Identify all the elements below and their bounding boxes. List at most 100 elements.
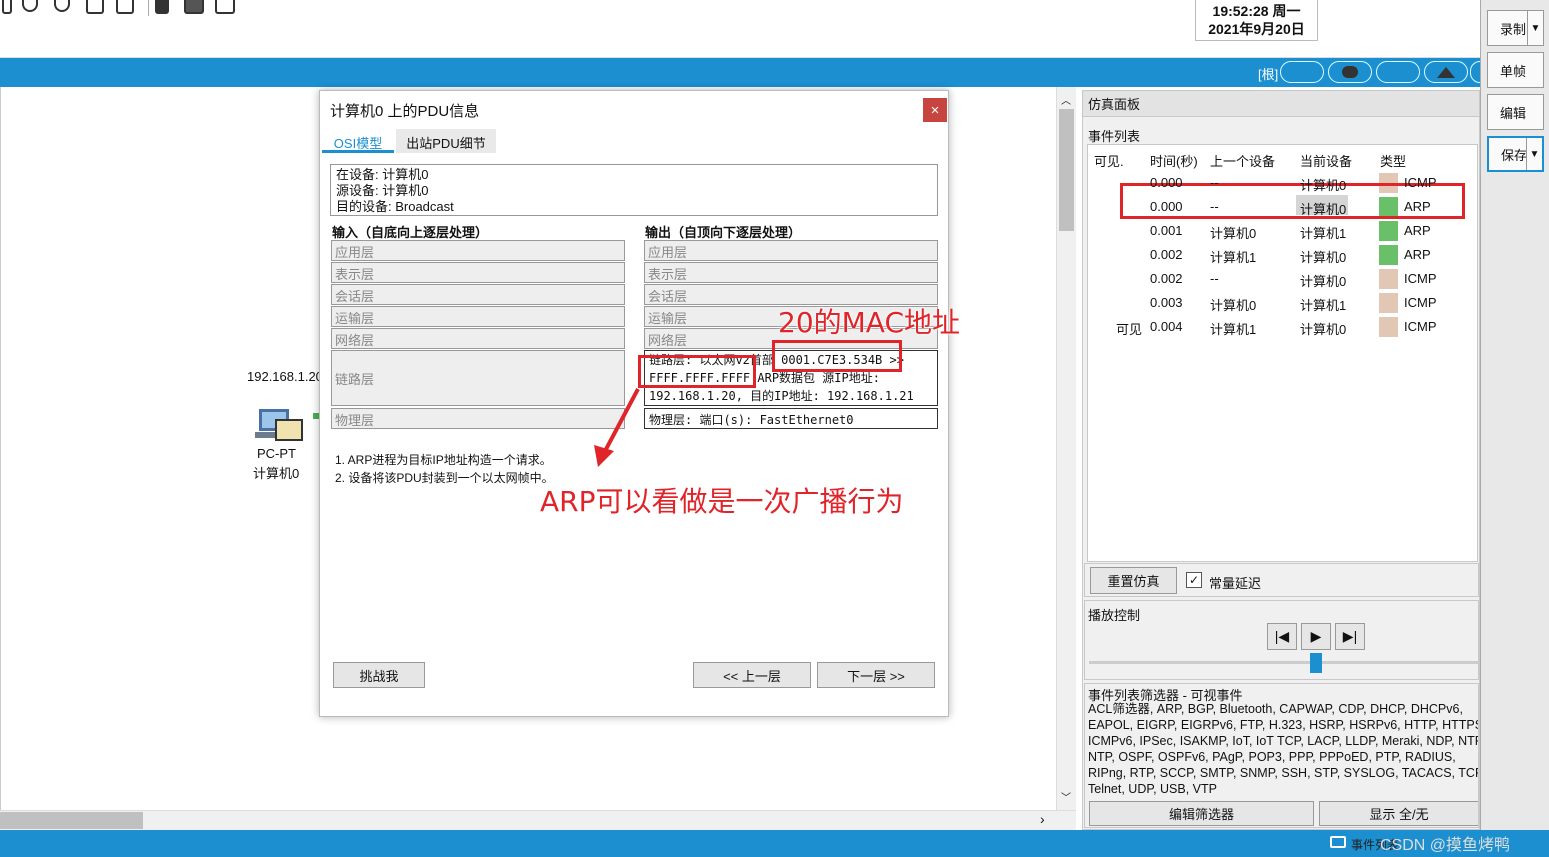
zoom-in-icon[interactable] xyxy=(22,0,38,12)
save-button[interactable]: 保存 ▼ xyxy=(1487,136,1544,172)
event-last-device: -- xyxy=(1210,175,1219,190)
single-frame-label: 单帧 xyxy=(1500,63,1527,79)
filter-line: ACL筛选器, ARP, BGP, Bluetooth, CAPWAP, CDP… xyxy=(1088,702,1463,716)
watermark: CSDN @摸鱼烤鸭 xyxy=(1380,837,1511,854)
tab-outbound-pdu[interactable]: 出站PDU细节 xyxy=(396,129,496,153)
scroll-up-icon[interactable]: ︿ xyxy=(1061,92,1071,107)
out-layer-application[interactable]: 应用层 xyxy=(644,240,938,261)
col-visible[interactable]: 可见. xyxy=(1094,151,1124,170)
viewport-pill-icon[interactable] xyxy=(1280,61,1324,83)
root-tag[interactable]: [根] xyxy=(1258,64,1278,83)
event-row[interactable]: 0.002 计算机1 计算机0 ARP xyxy=(1088,243,1477,267)
canvas-vertical-scrollbar[interactable]: ︿ ﹀ xyxy=(1056,87,1076,810)
scroll-thumb[interactable] xyxy=(1059,109,1074,231)
event-last-device: 计算机1 xyxy=(1210,250,1257,265)
cloud-icon xyxy=(1342,66,1358,78)
in-layer-link[interactable]: 链路层 xyxy=(331,350,625,406)
record-button[interactable]: 录制 ▼ xyxy=(1487,10,1544,46)
col-type[interactable]: 类型 xyxy=(1380,151,1406,170)
rectangle-icon[interactable] xyxy=(86,0,104,14)
speed-slider-track[interactable] xyxy=(1089,661,1479,664)
h-scroll-thumb[interactable] xyxy=(0,812,143,829)
constant-delay-label: 常量延迟 xyxy=(1209,576,1262,591)
event-color-swatch xyxy=(1379,293,1398,313)
event-current-device: 计算机0 xyxy=(1300,274,1347,289)
event-type: ARP xyxy=(1404,199,1431,214)
scroll-down-icon[interactable]: ﹀ xyxy=(1061,789,1071,804)
event-row[interactable]: 可见 0.004 计算机1 计算机0 ICMP xyxy=(1088,315,1477,339)
event-type: ARP xyxy=(1404,247,1431,262)
blank-pill-icon[interactable] xyxy=(1376,61,1420,83)
landscape-pill-icon[interactable] xyxy=(1424,61,1468,83)
zoom-out-icon[interactable] xyxy=(54,0,70,12)
out-layer-physical[interactable]: 物理层: 端口(s): FastEthernet0 xyxy=(644,408,938,429)
play-icon[interactable]: ▶ xyxy=(1301,623,1331,650)
out-layer-presentation[interactable]: 表示层 xyxy=(644,262,938,283)
link-line-3: 192.168.1.20, 目的IP地址: 192.168.1.21 xyxy=(649,389,914,403)
event-last-device: 计算机0 xyxy=(1210,298,1257,313)
canvas-horizontal-scrollbar[interactable]: › xyxy=(0,810,1076,830)
in-layer-physical[interactable]: 物理层 xyxy=(331,408,625,429)
close-button[interactable]: × xyxy=(923,98,947,122)
edit-filter-button[interactable]: 编辑筛选器 xyxy=(1089,801,1314,826)
event-last-device: 计算机1 xyxy=(1210,322,1257,337)
dialog-title: 计算机0 上的PDU信息 xyxy=(330,103,480,120)
info-source-device: 源设备: 计算机0 xyxy=(336,183,429,198)
complex-pdu-icon[interactable] xyxy=(184,0,204,14)
device-ip-label: 192.168.1.20 xyxy=(247,369,323,384)
col-last-device[interactable]: 上一个设备 xyxy=(1210,151,1275,170)
pc-icon[interactable] xyxy=(255,405,321,447)
event-current-device: 计算机0 xyxy=(1300,322,1347,337)
tab-osi-model[interactable]: OSI模型 xyxy=(322,129,394,153)
filter-line: RIPng, RTP, SCCP, SMTP, SNMP, SSH, STP, … xyxy=(1088,766,1479,780)
speed-slider-thumb[interactable] xyxy=(1310,653,1322,673)
red-arrow-icon xyxy=(594,388,640,467)
event-current-device: 计算机0 xyxy=(1300,178,1347,193)
picture-icon[interactable] xyxy=(215,0,235,14)
workspace-bar: [根] xyxy=(0,58,1490,87)
right-control-strip: 录制 ▼ 单帧 编辑 保存 ▼ xyxy=(1480,0,1549,857)
prev-layer-button[interactable]: << 上一层 xyxy=(693,662,811,688)
cloud-pill-icon[interactable] xyxy=(1328,61,1372,83)
reset-simulation-button[interactable]: 重置仿真 xyxy=(1090,567,1177,594)
in-layer-session[interactable]: 会话层 xyxy=(331,284,625,305)
edit-button[interactable]: 编辑 xyxy=(1487,94,1544,130)
event-type: ARP xyxy=(1404,223,1431,238)
in-layer-network[interactable]: 网络层 xyxy=(331,328,625,349)
scroll-right-icon[interactable]: › xyxy=(1040,811,1045,827)
device-model: PC-PT xyxy=(257,446,296,461)
dialog-tabbar: OSI模型 出站PDU细节 xyxy=(320,129,950,155)
chevron-down-icon[interactable]: ▼ xyxy=(1526,138,1542,170)
info-dest-device: 目的设备: Broadcast xyxy=(336,199,454,214)
event-color-swatch xyxy=(1379,317,1398,337)
event-list-icon[interactable] xyxy=(1330,836,1346,848)
pdu-list-icon[interactable] xyxy=(155,0,169,14)
col-time[interactable]: 时间(秒) xyxy=(1150,151,1198,170)
event-type: ICMP xyxy=(1404,175,1437,190)
in-layer-transport[interactable]: 运输层 xyxy=(331,306,625,327)
event-color-swatch xyxy=(1379,221,1398,241)
event-row[interactable]: 0.001 计算机0 计算机1 ARP xyxy=(1088,219,1477,243)
show-all-button[interactable]: 显示 全/无 xyxy=(1319,801,1478,826)
event-row[interactable]: 0.002 -- 计算机0 ICMP xyxy=(1088,267,1477,291)
event-row[interactable]: 0.003 计算机0 计算机1 ICMP xyxy=(1088,291,1477,315)
filter-protocols: ACL筛选器, ARP, BGP, Bluetooth, CAPWAP, CDP… xyxy=(1088,701,1479,797)
col-current-device[interactable]: 当前设备 xyxy=(1300,151,1352,170)
info-at-device: 在设备: 计算机0 xyxy=(336,167,429,182)
challenge-button[interactable]: 挑战我 xyxy=(333,662,425,688)
chevron-down-icon[interactable]: ▼ xyxy=(1527,11,1543,45)
event-last-device: -- xyxy=(1210,199,1219,214)
event-color-swatch xyxy=(1379,269,1398,289)
note-icon[interactable] xyxy=(116,0,134,14)
next-layer-button[interactable]: 下一层 >> xyxy=(817,662,935,688)
arrow-icon[interactable] xyxy=(2,0,12,14)
constant-delay-checkbox[interactable]: ✓ xyxy=(1186,572,1202,588)
forward-icon[interactable]: ▶| xyxy=(1335,623,1365,650)
event-last-device: 计算机0 xyxy=(1210,226,1257,241)
device-info-box: 在设备: 计算机0 源设备: 计算机0 目的设备: Broadcast xyxy=(330,164,938,216)
in-layer-presentation[interactable]: 表示层 xyxy=(331,262,625,283)
single-frame-button[interactable]: 单帧 xyxy=(1487,52,1544,88)
in-layer-application[interactable]: 应用层 xyxy=(331,240,625,261)
back-icon[interactable]: |◀ xyxy=(1267,623,1297,650)
event-time: 0.002 xyxy=(1150,247,1183,262)
